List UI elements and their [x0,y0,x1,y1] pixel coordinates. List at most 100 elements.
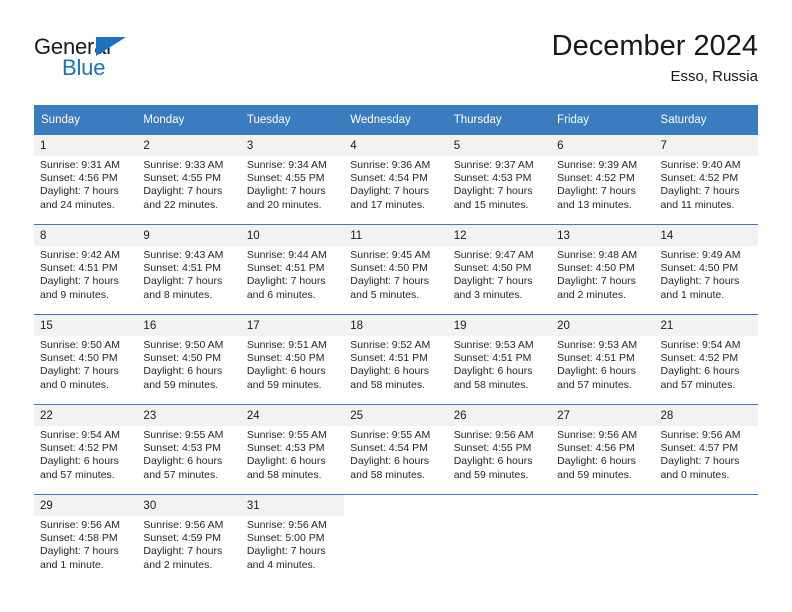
day-cell[interactable]: 12 Sunrise: 9:47 AM Sunset: 4:50 PM Dayligh… [447,224,552,315]
daylight-text-line1: Daylight: 6 hours [350,455,430,468]
day-cell[interactable]: 9 Sunrise: 9:43 AM Sunset: 4:51 PM Daylight… [137,224,241,315]
day-details: Sunrise: 9:39 AM Sunset: 4:52 PM Daylight:… [551,156,654,212]
sunrise-text: Sunrise: 9:37 AM [453,159,534,171]
daylight-text-line1: Daylight: 6 hours [246,365,326,378]
day-cell[interactable]: 2 Sunrise: 9:33 AM Sunset: 4:55 PM Daylight… [137,134,241,225]
sunrise-text: Sunrise: 9:52 AM [350,339,431,351]
sunrise-text: Sunrise: 9:56 AM [557,429,638,441]
sunset-text: Sunset: 4:50 PM [453,262,532,275]
day-cell[interactable]: 8 Sunrise: 9:42 AM Sunset: 4:51 PM Daylight… [34,224,138,315]
day-cell[interactable]: 20 Sunrise: 9:53 AM Sunset: 4:51 PM Dayligh… [551,314,655,405]
daylight-text-line2: and 11 minutes. [660,198,735,211]
sunset-text: Sunset: 4:54 PM [350,172,428,185]
sunrise-text: Sunrise: 9:49 AM [660,249,741,261]
day-cell[interactable]: 16 Sunrise: 9:50 AM Sunset: 4:50 PM Dayligh… [137,314,241,405]
daylight-text-line2: and 59 minutes. [143,378,219,391]
daylight-text-line1: Daylight: 7 hours [143,545,223,558]
day-cell[interactable]: 21 Sunrise: 9:54 AM Sunset: 4:52 PM Dayligh… [654,314,758,405]
daylight-text-line2: and 57 minutes. [40,468,115,481]
day-cell[interactable]: 6 Sunrise: 9:39 AM Sunset: 4:52 PM Daylight… [551,134,655,225]
calendar-page: General Blue December 2024 Esso, Russia … [0,0,792,612]
day-number: 12 [447,225,552,246]
daylight-text-line1: Daylight: 7 hours [660,455,740,468]
day-cell[interactable]: 4 Sunrise: 9:36 AM Sunset: 4:54 PM Daylight… [344,134,448,225]
sunrise-text: Sunrise: 9:55 AM [143,429,224,441]
day-cell[interactable]: 19 Sunrise: 9:53 AM Sunset: 4:51 PM Dayligh… [447,314,552,405]
day-cell[interactable]: 25 Sunrise: 9:55 AM Sunset: 4:54 PM Dayligh… [344,404,448,495]
sunset-text: Sunset: 4:55 PM [143,172,222,185]
day-details: Sunrise: 9:45 AM Sunset: 4:50 PM Daylight:… [344,246,447,302]
day-cell[interactable]: 18 Sunrise: 9:52 AM Sunset: 4:51 PM Dayligh… [344,314,448,405]
day-number [447,495,552,516]
daylight-text-line1: Daylight: 6 hours [143,365,223,378]
daylight-text-line1: Daylight: 7 hours [350,275,430,288]
daylight-text-line1: Daylight: 6 hours [350,365,430,378]
day-cell[interactable]: 1 Sunrise: 9:31 AM Sunset: 4:56 PM Daylight… [34,134,138,225]
day-cell[interactable]: 28 Sunrise: 9:56 AM Sunset: 4:57 PM Dayligh… [654,404,758,495]
day-cell-empty [551,494,655,584]
calendar-grid: Sunday Monday Tuesday Wednesday Thursday… [34,105,758,584]
day-cell[interactable]: 24 Sunrise: 9:55 AM Sunset: 4:53 PM Dayligh… [240,404,345,495]
day-cell[interactable]: 13 Sunrise: 9:48 AM Sunset: 4:50 PM Dayligh… [551,224,655,315]
day-cell[interactable]: 5 Sunrise: 9:37 AM Sunset: 4:53 PM Daylight… [447,134,552,225]
day-cell[interactable]: 31 Sunrise: 9:56 AM Sunset: 5:00 PM Dayligh… [240,494,345,584]
sunrise-text: Sunrise: 9:56 AM [246,519,327,531]
daylight-text-line2: and 0 minutes. [660,468,730,481]
day-details: Sunrise: 9:50 AM Sunset: 4:50 PM Daylight:… [34,336,137,392]
daylight-text-line2: and 9 minutes. [40,288,109,301]
sunset-text: Sunset: 4:50 PM [350,262,428,275]
sunset-text: Sunset: 4:52 PM [660,352,739,365]
sunrise-text: Sunrise: 9:34 AM [246,159,327,171]
day-cell[interactable]: 26 Sunrise: 9:56 AM Sunset: 4:55 PM Dayligh… [447,404,552,495]
sunset-text: Sunset: 4:50 PM [143,352,222,365]
daylight-text-line1: Daylight: 6 hours [557,455,636,468]
day-details: Sunrise: 9:48 AM Sunset: 4:50 PM Daylight:… [551,246,654,302]
day-number [344,495,448,516]
day-cell[interactable]: 10 Sunrise: 9:44 AM Sunset: 4:51 PM Dayligh… [240,224,345,315]
day-details: Sunrise: 9:56 AM Sunset: 4:56 PM Daylight:… [551,426,654,482]
day-number: 8 [34,225,138,246]
daylight-text-line2: and 13 minutes. [557,198,632,211]
sunrise-text: Sunrise: 9:53 AM [453,339,534,351]
calendar-header-row: Sunday Monday Tuesday Wednesday Thursday… [34,105,758,135]
daylight-text-line1: Daylight: 7 hours [660,185,740,198]
day-cell[interactable]: 30 Sunrise: 9:56 AM Sunset: 4:59 PM Dayligh… [137,494,241,584]
daylight-text-line1: Daylight: 7 hours [40,545,119,558]
daylight-text-line1: Daylight: 6 hours [660,365,740,378]
daylight-text-line1: Daylight: 7 hours [246,185,326,198]
day-cell[interactable]: 7 Sunrise: 9:40 AM Sunset: 4:52 PM Daylight… [654,134,758,225]
daylight-text-line2: and 4 minutes. [246,558,316,571]
sunrise-text: Sunrise: 9:33 AM [143,159,224,171]
day-number: 7 [654,135,758,156]
general-blue-logo[interactable]: General Blue [34,34,164,86]
weekday-header-wednesday: Wednesday [344,105,448,135]
daylight-text-line2: and 0 minutes. [40,378,109,391]
day-number: 10 [240,225,345,246]
day-details: Sunrise: 9:43 AM Sunset: 4:51 PM Daylight:… [137,246,240,302]
day-cell[interactable]: 11 Sunrise: 9:45 AM Sunset: 4:50 PM Dayligh… [344,224,448,315]
daylight-text-line1: Daylight: 6 hours [40,455,119,468]
daylight-text-line2: and 17 minutes. [350,198,425,211]
weekday-header-friday: Friday [551,105,655,135]
day-cell[interactable]: 17 Sunrise: 9:51 AM Sunset: 4:50 PM Dayligh… [240,314,345,405]
daylight-text-line1: Daylight: 7 hours [40,185,119,198]
title-block: December 2024 Esso, Russia [552,28,758,88]
day-cell[interactable]: 14 Sunrise: 9:49 AM Sunset: 4:50 PM Dayligh… [654,224,758,315]
day-cell[interactable]: 29 Sunrise: 9:56 AM Sunset: 4:58 PM Dayligh… [34,494,138,584]
day-cell[interactable]: 27 Sunrise: 9:56 AM Sunset: 4:56 PM Dayligh… [551,404,655,495]
page-header: General Blue December 2024 Esso, Russia [34,28,758,94]
day-cell[interactable]: 3 Sunrise: 9:34 AM Sunset: 4:55 PM Daylight… [240,134,345,225]
day-number: 5 [447,135,552,156]
day-cell[interactable]: 22 Sunrise: 9:54 AM Sunset: 4:52 PM Dayligh… [34,404,138,495]
day-details: Sunrise: 9:53 AM Sunset: 4:51 PM Daylight:… [551,336,654,392]
day-cell-empty [447,494,552,584]
sunset-text: Sunset: 4:53 PM [143,442,222,455]
daylight-text-line2: and 59 minutes. [453,468,529,481]
sunrise-text: Sunrise: 9:50 AM [40,339,120,351]
day-cell[interactable]: 23 Sunrise: 9:55 AM Sunset: 4:53 PM Dayligh… [137,404,241,495]
day-cell[interactable]: 15 Sunrise: 9:50 AM Sunset: 4:50 PM Dayligh… [34,314,138,405]
sunrise-text: Sunrise: 9:55 AM [350,429,431,441]
day-cell-empty [654,494,758,584]
sunset-text: Sunset: 4:54 PM [350,442,428,455]
daylight-text-line2: and 59 minutes. [557,468,632,481]
